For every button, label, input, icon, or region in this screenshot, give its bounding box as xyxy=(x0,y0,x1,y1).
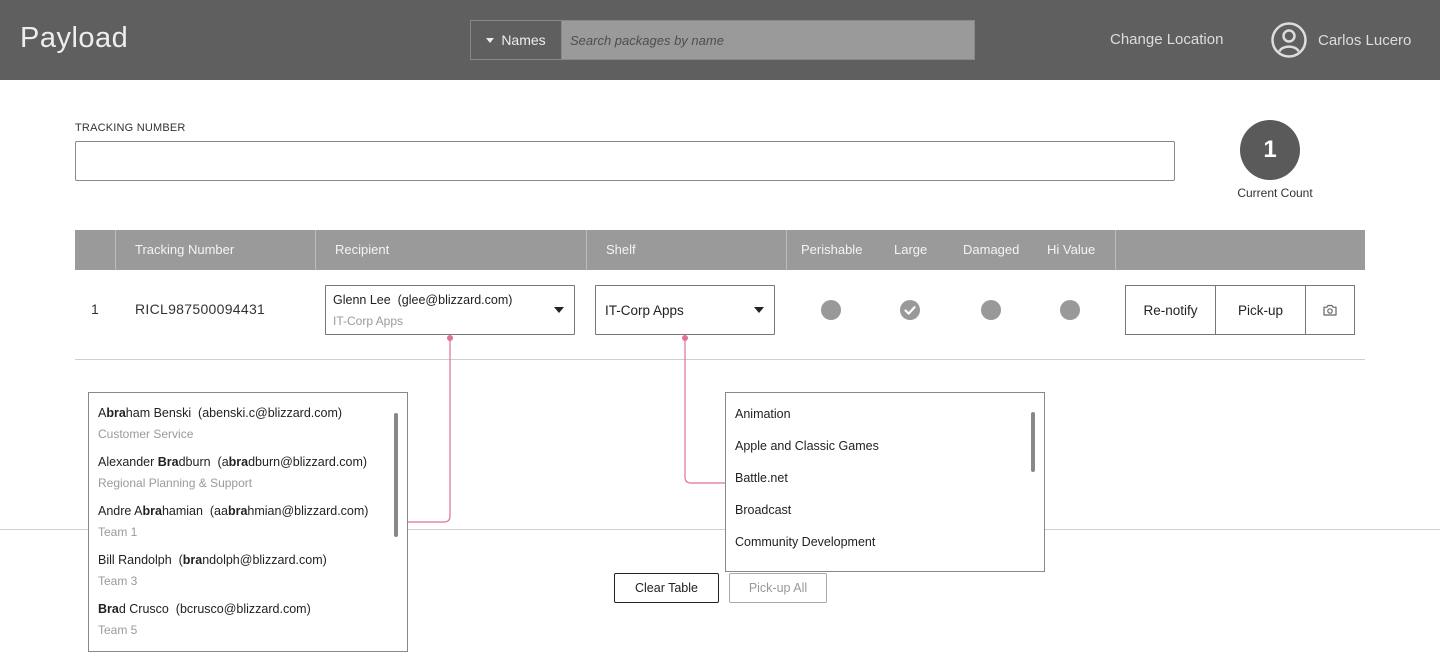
hi-value-toggle[interactable] xyxy=(1060,300,1080,320)
column-header-damaged: Damaged xyxy=(963,242,1020,257)
column-header-large: Large xyxy=(894,242,928,257)
tracking-number-input[interactable] xyxy=(75,141,1175,181)
recipient-option-name: Andre Abrahamian (aabrahmian@blizzard.co… xyxy=(98,504,369,518)
perishable-toggle[interactable] xyxy=(821,300,841,320)
recipient-option-team: Team 5 xyxy=(98,623,138,637)
scrollbar-thumb[interactable] xyxy=(1031,412,1035,472)
shelf-option[interactable]: Broadcast xyxy=(735,503,791,517)
damaged-toggle[interactable] xyxy=(981,300,1001,320)
caret-down-icon xyxy=(486,37,495,43)
row-tracking-number: RICL987500094431 xyxy=(135,301,266,317)
recipient-option-team: Customer Service xyxy=(98,427,194,441)
tracking-number-label: TRACKING NUMBER xyxy=(75,122,186,134)
search-mode-select[interactable]: Names xyxy=(471,21,562,59)
shelf-option[interactable]: Apple and Classic Games xyxy=(735,439,879,453)
row-index: 1 xyxy=(91,301,99,317)
column-header-shelf: Shelf xyxy=(606,242,636,257)
scrollbar-thumb[interactable] xyxy=(394,413,398,537)
shelf-selected-value: IT-Corp Apps xyxy=(605,303,684,318)
recipient-option[interactable]: Brad Crusco (bcrusco@blizzard.com) Team … xyxy=(98,602,311,637)
shelf-dropdown-list[interactable]: Animation Apple and Classic Games Battle… xyxy=(725,392,1045,572)
shelf-select[interactable]: IT-Corp Apps xyxy=(595,285,775,335)
recipient-option[interactable]: Alexander Bradburn (abradburn@blizzard.c… xyxy=(98,455,367,490)
column-divider xyxy=(586,230,587,270)
column-header-tracking-number: Tracking Number xyxy=(135,242,235,257)
current-count-badge: 1 xyxy=(1240,120,1300,180)
renotify-button[interactable]: Re-notify xyxy=(1126,286,1215,334)
clear-table-button[interactable]: Clear Table xyxy=(614,573,719,603)
recipient-option[interactable]: Abraham Benski (abenski.c@blizzard.com) … xyxy=(98,406,342,441)
recipient-option-name: Bill Randolph (brandolph@blizzard.com) xyxy=(98,553,327,567)
user-name: Carlos Lucero xyxy=(1318,31,1412,49)
recipient-option-team: Team 3 xyxy=(98,574,138,588)
current-count-label: Current Count xyxy=(1237,186,1313,200)
recipient-selected-name: Glenn Lee (glee@blizzard.com) xyxy=(333,293,513,307)
recipient-option-name: Alexander Bradburn (abradburn@blizzard.c… xyxy=(98,455,368,469)
pickup-all-button[interactable]: Pick-up All xyxy=(729,573,827,603)
column-divider xyxy=(786,230,787,270)
recipient-option[interactable]: Bill Randolph (brandolph@blizzard.com) T… xyxy=(98,553,327,588)
recipient-selected-team: IT-Corp Apps xyxy=(333,314,404,328)
column-header-perishable: Perishable xyxy=(801,242,863,257)
shelf-option[interactable]: Community Development xyxy=(735,535,875,549)
pickup-button[interactable]: Pick-up xyxy=(1215,286,1305,334)
row-actions: Re-notify Pick-up xyxy=(1125,285,1355,335)
recipient-select[interactable]: Glenn Lee (glee@blizzard.com) IT-Corp Ap… xyxy=(325,285,575,335)
caret-down-icon xyxy=(554,307,564,313)
recipient-dropdown-list[interactable]: Abraham Benski (abenski.c@blizzard.com) … xyxy=(88,392,408,652)
recipient-option[interactable]: Andre Abrahamian (aabrahmian@blizzard.co… xyxy=(98,504,368,539)
camera-button[interactable] xyxy=(1305,286,1354,334)
user-avatar-icon xyxy=(1271,22,1307,58)
recipient-option-team: Regional Planning & Support xyxy=(98,476,253,490)
recipient-option-team: Team 1 xyxy=(98,525,138,539)
top-bar: Payload Names Change Location Carlos Luc… xyxy=(0,0,1440,80)
recipient-option-name: Abraham Benski (abenski.c@blizzard.com) xyxy=(98,406,343,420)
change-location-link[interactable]: Change Location xyxy=(1110,31,1223,48)
column-header-hi-value: Hi Value xyxy=(1047,242,1096,257)
search-mode-label: Names xyxy=(501,32,546,48)
user-menu[interactable]: Carlos Lucero xyxy=(1271,22,1411,58)
caret-down-icon xyxy=(754,307,764,313)
column-divider xyxy=(315,230,316,270)
column-divider xyxy=(1115,230,1116,270)
column-divider xyxy=(115,230,116,270)
packages-table-header: Tracking Number Recipient Shelf Perishab… xyxy=(75,230,1365,270)
large-toggle[interactable] xyxy=(900,300,920,320)
column-header-recipient: Recipient xyxy=(335,242,390,257)
package-search: Names xyxy=(470,20,975,60)
row-divider xyxy=(75,359,1365,360)
shelf-option[interactable]: Animation xyxy=(735,407,791,421)
recipient-option-name: Brad Crusco (bcrusco@blizzard.com) xyxy=(98,602,311,616)
search-input[interactable] xyxy=(562,21,974,59)
app-title: Payload xyxy=(20,22,129,54)
shelf-option[interactable]: Battle.net xyxy=(735,471,788,485)
camera-icon xyxy=(1323,304,1337,316)
checkmark-icon xyxy=(904,306,916,315)
